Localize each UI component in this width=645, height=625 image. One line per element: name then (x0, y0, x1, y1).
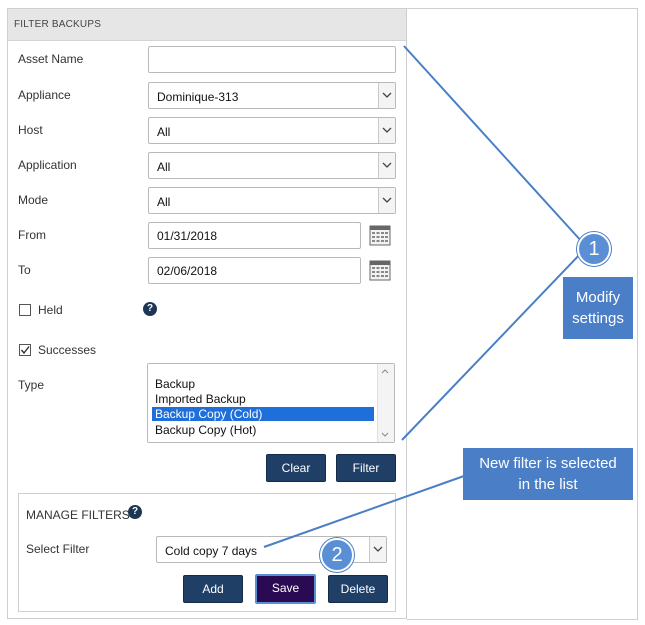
callout-one-line2: settings (572, 310, 624, 327)
callout-two-line2: in the list (518, 476, 578, 493)
callout-badge-two: 2 (320, 538, 354, 572)
callout-badge-one: 1 (577, 232, 611, 266)
callout-one-line1: Modify (575, 289, 621, 306)
callout-two-line1: New filter is selected (479, 455, 617, 472)
callout-lines (263, 45, 584, 548)
callout-box-two: New filter is selected in the list (463, 448, 633, 500)
callout-box-one: Modify settings (563, 277, 633, 339)
